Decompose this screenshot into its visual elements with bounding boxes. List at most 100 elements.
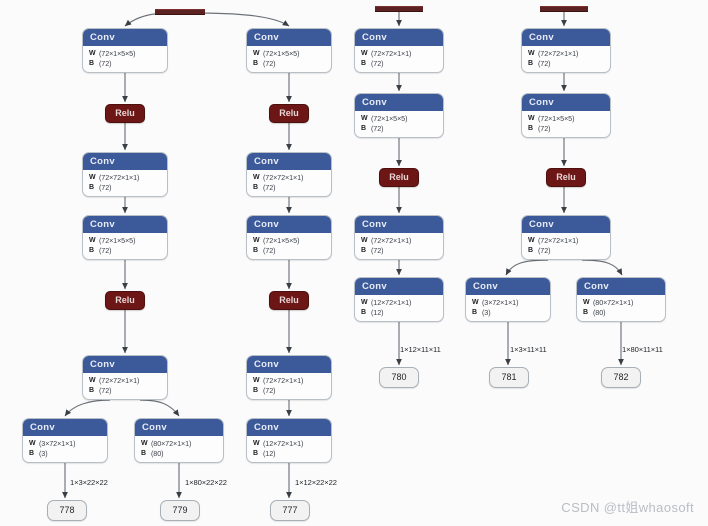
conv-node[interactable]: Conv W (72×72×1×1) B (72) [82,355,168,400]
relu-node[interactable]: Relu [105,104,145,123]
conv-param-weight: W (72×72×1×1) [253,376,331,386]
output-blob-node[interactable]: 780 [379,367,419,388]
output-blob-node[interactable]: 781 [489,367,529,388]
param-value: (72×72×1×1) [538,236,579,245]
conv-node[interactable]: Conv W (72×72×1×1) B (72) [82,152,168,197]
conv-node[interactable]: Conv W (72×72×1×1) B (72) [521,215,611,260]
param-value: (72) [99,386,112,395]
relu-node[interactable]: Relu [105,291,145,310]
conv-node[interactable]: Conv W (12×72×1×1) B (12) [246,418,332,463]
param-value: (12×72×1×1) [263,439,304,448]
conv-node-params: W (72×72×1×1) B (72) [247,373,331,399]
param-value: (72×1×5×5) [99,236,136,245]
param-value: (12×72×1×1) [371,298,412,307]
output-blob-node[interactable]: 777 [270,500,310,521]
conv-node[interactable]: Conv W (3×72×1×1) B (3) [22,418,108,463]
conv-node[interactable]: Conv W (72×72×1×1) B (72) [354,215,444,260]
param-key: W [528,50,535,57]
conv-param-bias: B (72) [361,246,443,256]
param-key: B [472,309,478,316]
param-key: W [253,440,260,447]
conv-node[interactable]: Conv W (72×72×1×1) B (72) [246,152,332,197]
edge-shape-label: 1×3×11×11 [510,345,547,354]
conv-param-weight: W (12×72×1×1) [253,439,331,449]
relu-node[interactable]: Relu [546,168,586,187]
conv-node-title: Conv [355,29,443,46]
conv-node-params: W (80×72×1×1) B (80) [577,295,665,321]
relu-node[interactable]: Relu [269,104,309,123]
edge-shape-label: 1×80×22×22 [185,478,227,487]
param-value: (72) [99,246,112,255]
param-key: W [253,174,260,181]
conv-param-weight: W (72×72×1×1) [253,173,331,183]
param-key: B [253,387,259,394]
conv-node-params: W (72×72×1×1) B (72) [83,373,167,399]
conv-node[interactable]: Conv W (72×1×5×5) B (72) [354,93,444,138]
param-key: W [253,50,260,57]
watermark: CSDN @tt姐whaosoft [561,500,694,515]
param-key: B [253,450,259,457]
conv-node-title: Conv [247,29,331,46]
conv-node-title: Conv [247,356,331,373]
param-value: (80×72×1×1) [593,298,634,307]
output-blob-node[interactable]: 782 [601,367,641,388]
param-key: B [528,247,534,254]
output-blob-node[interactable]: 779 [160,500,200,521]
conv-param-bias: B (12) [253,449,331,459]
param-value: (72×72×1×1) [371,236,412,245]
param-key: W [361,50,368,57]
source-bar [540,6,588,12]
conv-param-weight: W (80×72×1×1) [141,439,223,449]
param-key: W [253,237,260,244]
conv-param-bias: B (3) [29,449,107,459]
conv-node[interactable]: Conv W (72×1×5×5) B (72) [521,93,611,138]
conv-param-bias: B (72) [89,246,167,256]
param-value: (3) [482,308,491,317]
conv-node[interactable]: Conv W (12×72×1×1) B (12) [354,277,444,322]
conv-param-weight: W (12×72×1×1) [361,298,443,308]
conv-param-weight: W (3×72×1×1) [29,439,107,449]
param-key: W [361,237,368,244]
param-value: (72×72×1×1) [538,49,579,58]
param-value: (72) [538,59,551,68]
param-key: W [89,174,96,181]
conv-node-title: Conv [522,29,610,46]
param-key: W [472,299,479,306]
conv-param-weight: W (72×1×5×5) [361,114,443,124]
conv-param-weight: W (72×1×5×5) [89,49,167,59]
conv-node[interactable]: Conv W (72×1×5×5) B (72) [246,215,332,260]
conv-node-title: Conv [577,278,665,295]
conv-node-title: Conv [83,216,167,233]
conv-node-title: Conv [247,216,331,233]
conv-node-title: Conv [355,278,443,295]
conv-param-bias: B (80) [583,308,665,318]
conv-param-weight: W (72×72×1×1) [89,173,167,183]
conv-param-bias: B (72) [528,246,610,256]
relu-node[interactable]: Relu [269,291,309,310]
param-value: (72×72×1×1) [99,376,140,385]
conv-node[interactable]: Conv W (80×72×1×1) B (80) [134,418,224,463]
conv-node[interactable]: Conv W (72×72×1×1) B (72) [246,355,332,400]
conv-node[interactable]: Conv W (3×72×1×1) B (3) [465,277,551,322]
conv-node[interactable]: Conv W (72×72×1×1) B (72) [521,28,611,73]
conv-node-params: W (3×72×1×1) B (3) [23,436,107,462]
param-value: (72×1×5×5) [99,49,136,58]
conv-node[interactable]: Conv W (72×72×1×1) B (72) [354,28,444,73]
conv-node[interactable]: Conv W (72×1×5×5) B (72) [82,28,168,73]
conv-param-weight: W (72×72×1×1) [361,49,443,59]
output-blob-node[interactable]: 778 [47,500,87,521]
conv-node-title: Conv [466,278,550,295]
param-value: (80×72×1×1) [151,439,192,448]
conv-node-title: Conv [83,356,167,373]
conv-param-weight: W (3×72×1×1) [472,298,550,308]
param-key: W [583,299,590,306]
conv-node[interactable]: Conv W (80×72×1×1) B (80) [576,277,666,322]
conv-node-params: W (3×72×1×1) B (3) [466,295,550,321]
conv-node[interactable]: Conv W (72×1×5×5) B (72) [246,28,332,73]
param-value: (3×72×1×1) [482,298,519,307]
conv-param-bias: B (3) [472,308,550,318]
relu-node[interactable]: Relu [379,168,419,187]
conv-node[interactable]: Conv W (72×1×5×5) B (72) [82,215,168,260]
param-key: W [253,377,260,384]
param-value: (72) [99,183,112,192]
